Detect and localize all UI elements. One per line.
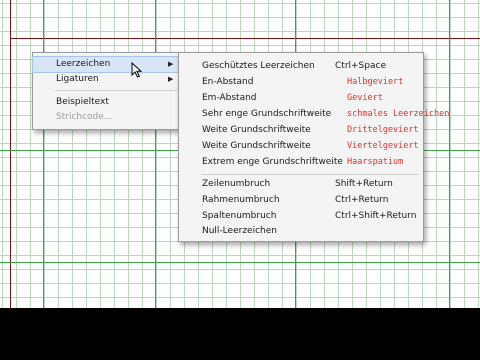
handwritten-note: Viertelgeviert [347, 141, 419, 151]
menu-item-shortcut: Ctrl+Return [335, 195, 389, 205]
chevron-right-icon: ▶ [168, 60, 174, 68]
menu-item-geschuetztes-leerzeichen[interactable]: Geschütztes Leerzeichen Ctrl+Space [179, 59, 423, 74]
handwritten-note: schmales Leerzeichen [347, 109, 450, 119]
menu-item-shortcut: Shift+Return [335, 179, 393, 189]
handwritten-note: Halbgeviert [347, 77, 404, 87]
menu-item-label: Geschütztes Leerzeichen [202, 61, 315, 71]
menu-item-zeilenumbruch[interactable]: Zeilenumbruch Shift+Return [179, 177, 423, 192]
menu-item-label: Null-Leerzeichen [202, 226, 277, 236]
menu-item-em-abstand[interactable]: Em-Abstand Geviert [179, 91, 423, 106]
menu-item-label: Extrem enge Grundschriftweite [202, 157, 343, 167]
menu-item-weite-grundschriftweite[interactable]: Weite Grundschriftweite Drittelgeviert [179, 123, 423, 138]
chevron-right-icon: ▶ [168, 75, 174, 83]
menu-separator [55, 90, 177, 91]
handwritten-note: Haarspatium [347, 157, 404, 167]
menu-item-label: Rahmenumbruch [202, 195, 280, 205]
menu-item-strichcode[interactable]: Strichcode... [33, 110, 181, 125]
handwritten-note: Drittelgeviert [347, 125, 419, 135]
menu-item-label: Weite Grundschriftweite [202, 125, 311, 135]
menu-item-shortcut: Ctrl+Space [335, 61, 386, 71]
menu-item-label: Spaltenumbruch [202, 211, 277, 221]
menu-item-rahmenumbruch[interactable]: Rahmenumbruch Ctrl+Return [179, 193, 423, 208]
menu-item-label: Strichcode... [56, 112, 113, 122]
menu-item-spaltenumbruch[interactable]: Spaltenumbruch Ctrl+Shift+Return [179, 209, 423, 224]
menu-item-label: Sehr enge Grundschriftweite [202, 109, 332, 119]
menu-item-sehr-enge-grundschriftweite[interactable]: Sehr enge Grundschriftweite schmales Lee… [179, 107, 449, 122]
context-menu: Leerzeichen ▶ Ligaturen ▶ Beispieltext S… [32, 52, 182, 130]
menu-item-en-abstand[interactable]: En-Abstand Halbgeviert [179, 75, 423, 90]
menu-item-label: Weite Grundschriftweite [202, 141, 311, 151]
menu-item-label: Ligaturen [56, 74, 99, 84]
menu-item-weite-grundschriftweite-2[interactable]: Weite Grundschriftweite Viertelgeviert [179, 139, 423, 154]
menu-separator [201, 174, 419, 175]
mouse-pointer-icon [131, 62, 143, 78]
menu-item-label: Em-Abstand [202, 93, 257, 103]
menu-item-leerzeichen[interactable]: Leerzeichen ▶ [32, 56, 182, 73]
menu-item-label: Zeilenumbruch [202, 179, 271, 189]
menu-item-label: Beispieltext [56, 97, 109, 107]
leerzeichen-submenu: Geschütztes Leerzeichen Ctrl+Space En-Ab… [178, 52, 449, 242]
menu-item-beispieltext[interactable]: Beispieltext [33, 95, 181, 110]
menu-item-shortcut: Ctrl+Shift+Return [335, 211, 417, 221]
handwritten-note: Geviert [347, 93, 383, 103]
menu-item-label: En-Abstand [202, 77, 254, 87]
menu-item-label: Leerzeichen [56, 59, 111, 69]
menu-item-ligaturen[interactable]: Ligaturen ▶ [33, 72, 181, 87]
menu-item-extrem-enge-grundschriftweite[interactable]: Extrem enge Grundschriftweite Haarspatiu… [179, 155, 423, 170]
page-margin-top [10, 38, 480, 39]
menu-item-null-leerzeichen[interactable]: Null-Leerzeichen [179, 224, 423, 239]
grid-major-line [0, 262, 480, 263]
